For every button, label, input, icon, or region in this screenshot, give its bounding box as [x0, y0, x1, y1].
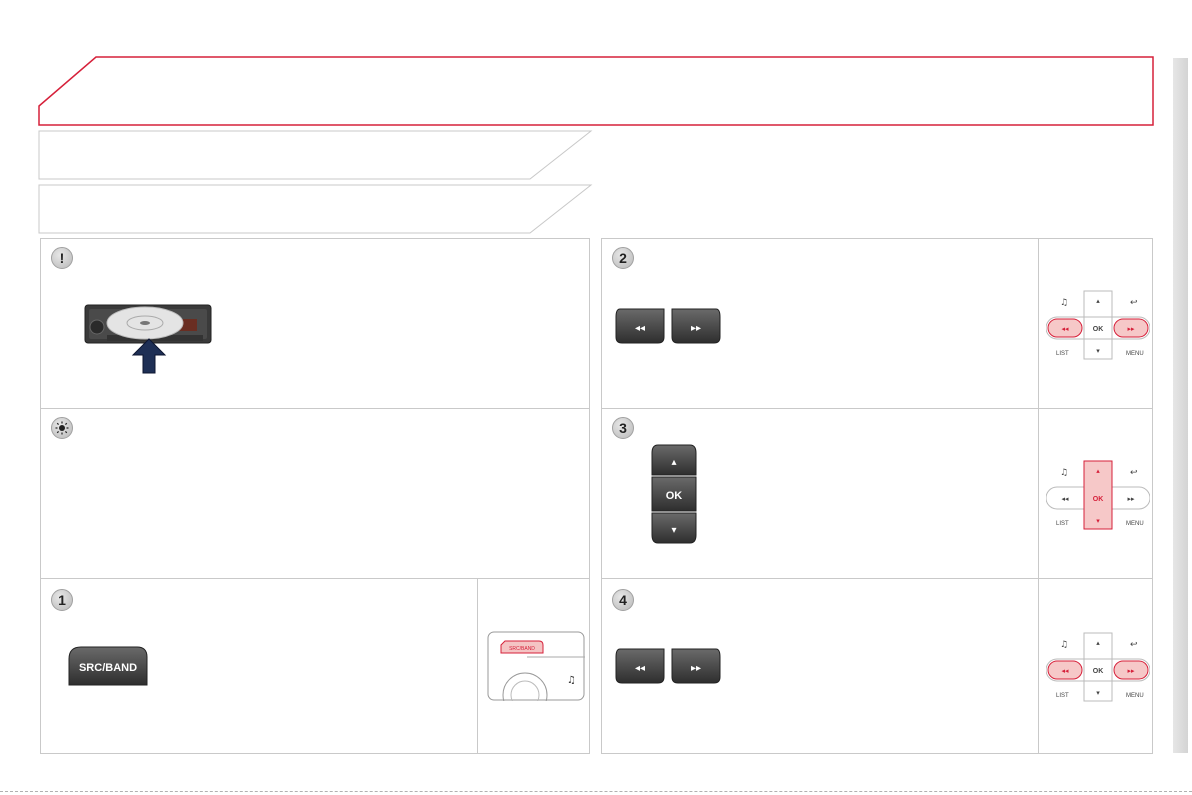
list-label: LIST: [1056, 351, 1069, 357]
down-arrow-icon: ▾: [1096, 517, 1100, 525]
warning-panel: !: [40, 238, 590, 409]
fast-forward-icon: ▸▸: [691, 663, 701, 674]
down-arrow-icon: ▾: [1096, 689, 1100, 697]
ok-label-small: OK: [1093, 668, 1104, 675]
ok-button[interactable]: OK: [651, 476, 697, 512]
section-ribbon-2: [38, 184, 593, 234]
fast-forward-button[interactable]: ▸▸: [671, 308, 721, 344]
step-2-divider: [1038, 239, 1039, 408]
step-3-divider: [1038, 409, 1039, 578]
fast-forward-icon-small: ▸▸: [1127, 667, 1135, 675]
step-4-panel: 4 ◂◂ ▸▸ ◂◂ ▸▸ OK ▴ ▾ ♫ ↩ LIST MENU: [601, 578, 1153, 754]
step-4-divider: [1038, 579, 1039, 753]
exclamation-icon: !: [51, 247, 73, 269]
step-3-panel: 3 ▴ OK ▾ ◂◂ ▸▸ OK ▴ ▾ ♫ ↩ LIST MENU: [601, 408, 1153, 579]
fast-forward-icon-small: ▸▸: [1127, 325, 1135, 333]
down-arrow-icon: ▾: [671, 525, 676, 536]
step-2-panel: 2 ◂◂ ▸▸ ◂◂ ▸▸ OK ▴ ▾ ♫ ↩ LIST MENU: [601, 238, 1153, 409]
step-1-divider: [477, 579, 478, 753]
down-button[interactable]: ▾: [651, 512, 697, 544]
music-note-icon: ♫: [567, 675, 576, 686]
steering-control-step-3: ◂◂ ▸▸ OK ▴ ▾ ♫ ↩ LIST MENU: [1046, 460, 1150, 530]
list-label: LIST: [1056, 693, 1069, 699]
up-arrow-icon: ▴: [1096, 297, 1100, 305]
ok-label-small: OK: [1093, 496, 1104, 503]
up-button[interactable]: ▴: [651, 444, 697, 476]
rewind-icon: ◂◂: [635, 323, 645, 334]
menu-label: MENU: [1126, 521, 1144, 527]
side-tab-bar: [1173, 58, 1188, 753]
music-note-icon: ♫: [1060, 640, 1068, 650]
ok-button-label: OK: [666, 490, 683, 502]
seek-buttons-step-4: ◂◂ ▸▸: [615, 648, 721, 684]
bottom-rule: [0, 791, 1192, 792]
music-note-icon: ♫: [1060, 468, 1068, 478]
src-band-button[interactable]: SRC/BAND: [67, 645, 149, 687]
list-label: LIST: [1056, 521, 1069, 527]
rewind-icon: ◂◂: [635, 663, 645, 674]
back-icon: ↩: [1130, 468, 1138, 478]
svg-text:♫: ♫: [567, 675, 576, 686]
fast-forward-icon-small: ▸▸: [1127, 495, 1135, 503]
lightbulb-icon: [51, 417, 73, 439]
step-2-badge: 2: [612, 247, 634, 269]
menu-label: MENU: [1126, 693, 1144, 699]
src-band-thumbnail: SRC/BAND ♫: [487, 631, 585, 701]
step-4-badge: 4: [612, 589, 634, 611]
music-note-icon: ♫: [1060, 298, 1068, 308]
up-arrow-icon: ▴: [1096, 639, 1100, 647]
src-band-thumb-label: SRC/BAND: [509, 646, 535, 652]
step-3-badge: 3: [612, 417, 634, 439]
step-1-badge: 1: [51, 589, 73, 611]
title-banner: [38, 56, 1154, 126]
ok-label-small: OK: [1093, 326, 1104, 333]
steering-control-step-4: ◂◂ ▸▸ OK ▴ ▾ ♫ ↩ LIST MENU: [1046, 632, 1150, 702]
rewind-button[interactable]: ◂◂: [615, 648, 665, 684]
step-1-panel: 1 SRC/BAND SRC/BAND ♫: [40, 578, 590, 754]
fast-forward-icon: ▸▸: [691, 323, 701, 334]
menu-label: MENU: [1126, 351, 1144, 357]
back-icon: ↩: [1130, 640, 1138, 650]
fast-forward-button[interactable]: ▸▸: [671, 648, 721, 684]
up-ok-down-buttons: ▴ OK ▾: [651, 444, 697, 544]
rewind-icon-small: ◂◂: [1061, 667, 1069, 675]
down-arrow-icon: ▾: [1096, 347, 1100, 355]
rewind-icon-small: ◂◂: [1061, 325, 1069, 333]
rewind-button[interactable]: ◂◂: [615, 308, 665, 344]
up-arrow-icon: ▴: [671, 457, 676, 468]
rewind-icon-small: ◂◂: [1061, 495, 1069, 503]
tip-panel: [40, 408, 590, 579]
steering-control-step-2: ◂◂ ▸▸ OK ▴ ▾ ♫ ↩ LIST MENU: [1046, 290, 1150, 360]
up-arrow-icon: ▴: [1096, 467, 1100, 475]
cd-player-illustration: [84, 304, 212, 374]
seek-buttons-step-2: ◂◂ ▸▸: [615, 308, 721, 344]
section-ribbon-1: [38, 130, 593, 180]
src-band-label: SRC/BAND: [79, 662, 137, 674]
back-icon: ↩: [1130, 298, 1138, 308]
